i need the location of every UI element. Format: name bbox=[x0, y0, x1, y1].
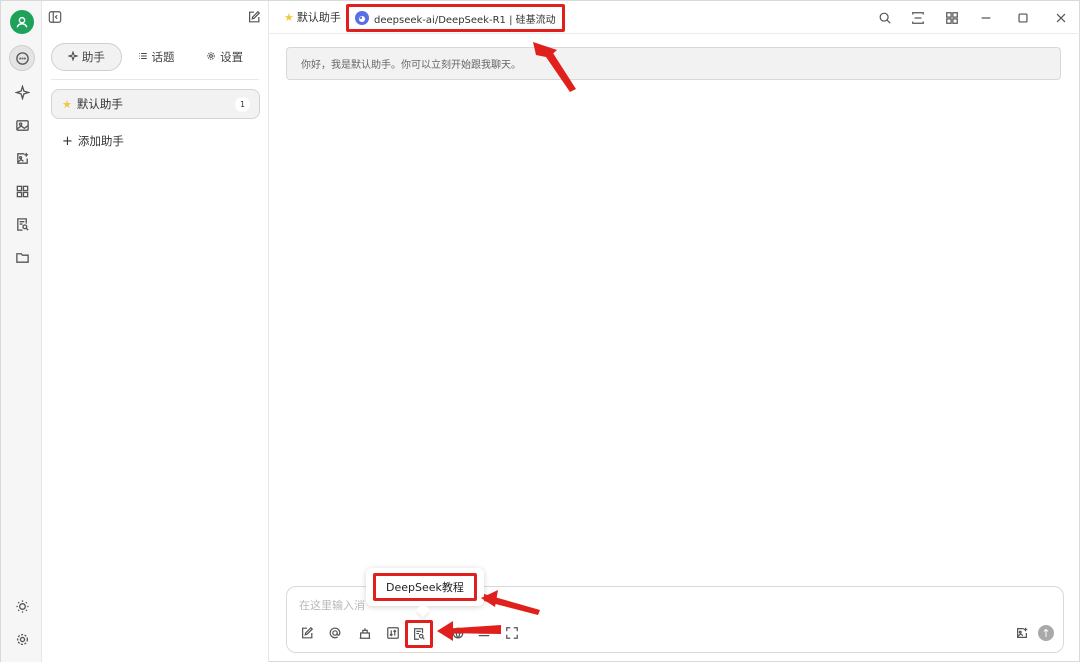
tab-label: 设置 bbox=[220, 50, 244, 64]
icon-rail bbox=[1, 1, 42, 662]
new-chat-icon[interactable] bbox=[247, 10, 261, 27]
tab-label: 话题 bbox=[151, 50, 175, 64]
star-icon: ★ bbox=[284, 10, 294, 24]
doc-search-icon[interactable] bbox=[405, 620, 433, 648]
context-icon[interactable] bbox=[384, 624, 402, 642]
send-button[interactable]: ↑ bbox=[1038, 625, 1054, 641]
gear-icon[interactable] bbox=[9, 626, 35, 652]
sidebar-tabs: 助手 话题 设置 bbox=[51, 43, 259, 71]
mention-icon[interactable] bbox=[326, 624, 344, 642]
arrow-up-icon: ↑ bbox=[1041, 626, 1051, 640]
tab-topics[interactable]: 话题 bbox=[122, 43, 191, 71]
tooltip: DeepSeek教程 bbox=[366, 568, 484, 618]
app-window: 助手 话题 设置 ★ 默认助手 1 + 添加助手 ★ 默认助手 ◕ deepse… bbox=[0, 0, 1080, 662]
image-add-icon[interactable] bbox=[9, 145, 35, 171]
current-assistant-label: 默认助手 bbox=[296, 11, 341, 24]
current-assistant[interactable]: ★ 默认助手 bbox=[284, 9, 341, 25]
folder-icon[interactable] bbox=[9, 244, 35, 270]
model-label: deepseek-ai/DeepSeek-R1 | 硅基流动 bbox=[374, 14, 556, 26]
chat-main: ★ 默认助手 ◕ deepseek-ai/DeepSeek-R1 | 硅基流动 bbox=[249, 1, 1080, 662]
divider bbox=[51, 79, 259, 80]
clear-icon[interactable] bbox=[475, 624, 493, 642]
assistant-panel: 助手 话题 设置 ★ 默认助手 1 + 添加助手 bbox=[42, 1, 269, 662]
layout-icon[interactable] bbox=[909, 10, 927, 26]
close-icon[interactable] bbox=[1052, 10, 1070, 26]
chat-header: ★ 默认助手 ◕ deepseek-ai/DeepSeek-R1 | 硅基流动 bbox=[249, 1, 1080, 34]
tab-settings[interactable]: 设置 bbox=[190, 43, 259, 71]
new-topic-icon[interactable] bbox=[298, 624, 316, 642]
assistant-message: 你好，我是默认助手。你可以立刻开始跟我聊天。 bbox=[286, 47, 1061, 80]
add-assistant-label: 添加助手 bbox=[77, 134, 124, 148]
assistant-label: 默认助手 bbox=[76, 97, 123, 111]
chat-icon[interactable] bbox=[9, 45, 35, 71]
message-input[interactable]: 在这里输入消 bbox=[299, 597, 365, 613]
model-selector[interactable]: ◕ deepseek-ai/DeepSeek-R1 | 硅基流动 bbox=[346, 4, 565, 32]
apps-icon[interactable] bbox=[9, 178, 35, 204]
sparkle-icon bbox=[67, 50, 79, 64]
tooltip-label: DeepSeek教程 bbox=[373, 573, 477, 601]
image-add-icon[interactable] bbox=[1013, 624, 1031, 642]
assistant-item[interactable]: ★ 默认助手 1 bbox=[51, 89, 260, 119]
image-icon[interactable] bbox=[9, 112, 35, 138]
add-assistant-button[interactable]: + 添加助手 bbox=[62, 133, 124, 149]
maximize-icon[interactable] bbox=[1014, 10, 1032, 26]
expand-icon[interactable] bbox=[503, 624, 521, 642]
list-icon bbox=[138, 50, 148, 64]
sun-icon[interactable] bbox=[9, 593, 35, 619]
plus-icon: + bbox=[62, 133, 73, 149]
search-icon[interactable] bbox=[876, 10, 894, 26]
topic-count-badge: 1 bbox=[235, 97, 250, 112]
sparkle-icon[interactable] bbox=[9, 79, 35, 105]
sidebar-toggle-icon[interactable] bbox=[48, 10, 62, 24]
gear-icon bbox=[206, 50, 216, 64]
tab-label: 助手 bbox=[81, 50, 105, 64]
knowledge-base-icon[interactable] bbox=[356, 624, 374, 642]
greeting-text: 你好，我是默认助手。你可以立刻开始跟我聊天。 bbox=[301, 60, 521, 71]
avatar[interactable] bbox=[10, 10, 34, 34]
star-icon: ★ bbox=[62, 97, 72, 111]
minimize-icon[interactable] bbox=[977, 10, 995, 26]
deepseek-logo-icon: ◕ bbox=[355, 11, 369, 25]
web-search-icon[interactable] bbox=[449, 624, 467, 642]
doc-search-icon[interactable] bbox=[9, 211, 35, 237]
tab-assistants[interactable]: 助手 bbox=[51, 43, 122, 71]
grid-icon[interactable] bbox=[943, 10, 961, 26]
